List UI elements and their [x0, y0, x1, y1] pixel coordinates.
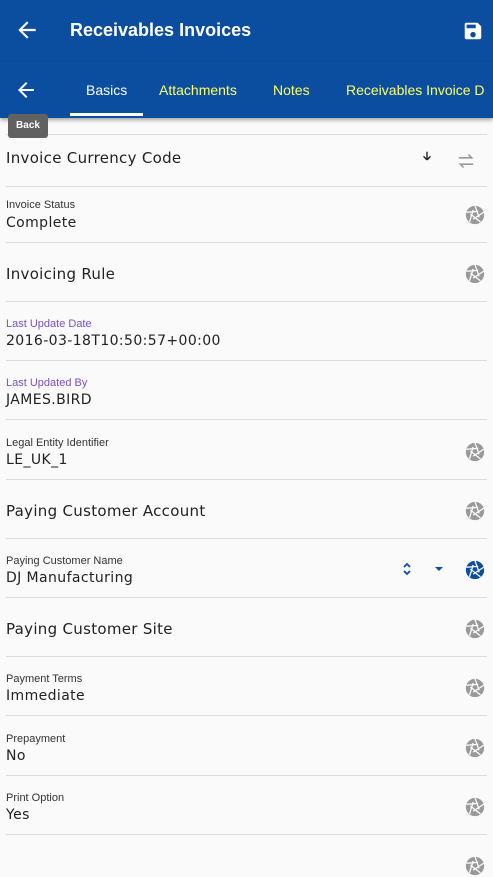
field-value: Immediate [6, 688, 86, 704]
field-prepayment[interactable]: Prepayment No [6, 716, 487, 776]
field-last-updated-by: Last Updated By JAMES.BIRD [6, 361, 487, 420]
aperture-icon[interactable] [464, 677, 486, 699]
field-payment-terms[interactable]: Payment Terms Immediate [6, 657, 487, 716]
field-value: Yes [6, 807, 30, 823]
tab-bar: Basics Attachments Notes Receivables Inv… [0, 62, 493, 118]
field-value: LE_UK_1 [6, 452, 68, 468]
field-label: Last Update Date [6, 318, 92, 330]
field-label: Payment Terms [6, 673, 83, 685]
tab-attachments[interactable]: Attachments [159, 62, 237, 118]
divider [6, 134, 487, 135]
field-value: DJ Manufacturing [6, 570, 134, 586]
aperture-icon[interactable] [464, 204, 486, 226]
swap-horizontal-icon[interactable] [456, 153, 476, 169]
aperture-icon[interactable] [464, 796, 486, 818]
tab-back-arrow-icon[interactable] [14, 78, 38, 102]
back-tooltip: Back [8, 114, 48, 138]
field-label: Prepayment [6, 733, 66, 745]
tab-notes[interactable]: Notes [273, 62, 310, 118]
arrow-down-icon[interactable] [420, 150, 434, 164]
field-legal-entity-identifier[interactable]: Legal Entity Identifier LE_UK_1 [6, 420, 487, 480]
field-label: Invoice Currency Code [6, 149, 182, 167]
tab-receivables-invoice-distributions[interactable]: Receivables Invoice D [346, 62, 485, 118]
chevron-up-down-icon[interactable] [401, 561, 413, 577]
aperture-icon[interactable] [464, 737, 486, 759]
aperture-icon[interactable] [464, 559, 486, 581]
field-value: No [6, 748, 26, 764]
field-label: Print Option [6, 792, 65, 804]
field-label: Paying Customer Site [6, 620, 173, 638]
caret-down-icon[interactable] [434, 565, 444, 573]
aperture-icon[interactable] [464, 500, 486, 522]
tab-basics[interactable]: Basics [86, 62, 127, 118]
field-label: Invoice Status [6, 199, 76, 211]
field-invoice-currency-code[interactable]: Invoice Currency Code [6, 136, 487, 187]
field-label: Legal Entity Identifier [6, 437, 109, 449]
field-label: Last Updated By [6, 377, 88, 389]
active-tab-indicator [70, 113, 143, 116]
field-invoicing-rule[interactable]: Invoicing Rule [6, 243, 487, 302]
field-label: Paying Customer Account [6, 502, 206, 520]
aperture-icon[interactable] [464, 855, 486, 877]
field-last-update-date: Last Update Date 2016-03-18T10:50:57+00:… [6, 302, 487, 361]
page-title: Receivables Invoices [70, 20, 252, 40]
field-paying-customer-site[interactable]: Paying Customer Site [6, 598, 487, 657]
field-paying-customer-account[interactable]: Paying Customer Account [6, 480, 487, 539]
aperture-icon[interactable] [464, 618, 486, 640]
field-value: Complete [6, 215, 77, 231]
back-arrow-icon[interactable] [14, 17, 40, 43]
field-value: JAMES.BIRD [6, 392, 92, 408]
app-bar: Receivables Invoices [0, 0, 493, 62]
field-print-option[interactable]: Print Option Yes [6, 776, 487, 835]
field-value: 2016-03-18T10:50:57+00:00 [6, 333, 221, 349]
aperture-icon[interactable] [464, 263, 486, 285]
field-label: Invoicing Rule [6, 265, 116, 283]
aperture-icon[interactable] [464, 441, 486, 463]
field-label: Paying Customer Name [6, 555, 123, 567]
save-icon[interactable] [462, 20, 484, 42]
field-paying-customer-name[interactable]: Paying Customer Name DJ Manufacturing [6, 539, 487, 598]
field-invoice-status[interactable]: Invoice Status Complete [6, 187, 487, 243]
